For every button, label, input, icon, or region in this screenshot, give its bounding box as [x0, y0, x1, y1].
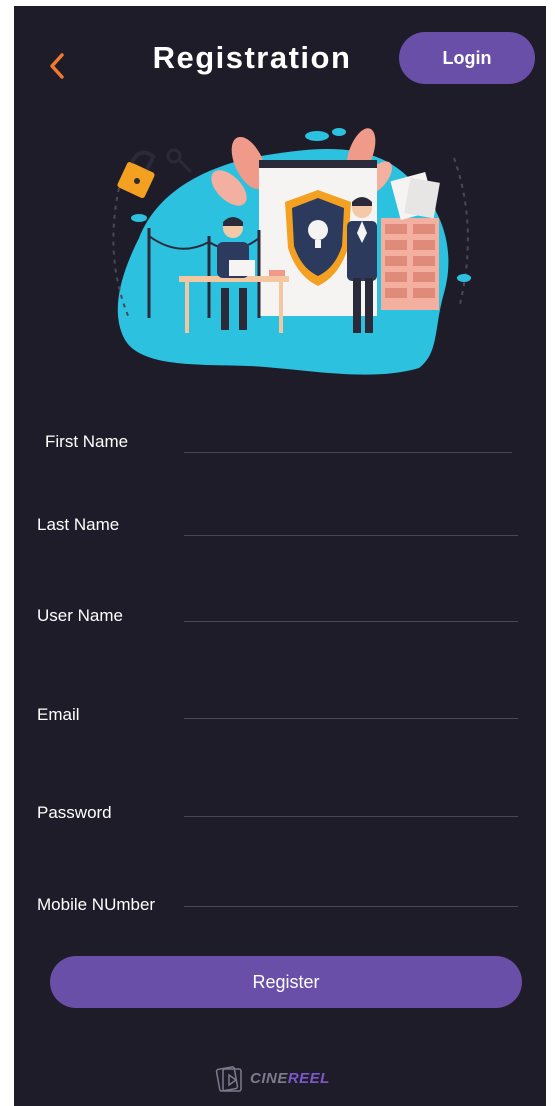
user-name-field: User Name: [14, 594, 546, 640]
back-button[interactable]: [40, 46, 74, 86]
brand-logo: CINEREEL: [214, 1064, 330, 1094]
page-title: Registration: [152, 40, 352, 75]
user-name-underline: [184, 621, 518, 622]
first-name-field: First Name: [14, 422, 546, 466]
password-field: Password: [14, 787, 546, 837]
email-field: Email: [14, 687, 546, 739]
registration-screen: Registration Login First Name Last Name …: [14, 6, 546, 1106]
brand-name-part1: CINE: [250, 1070, 288, 1087]
first-name-underline: [184, 452, 512, 453]
security-illustration: [112, 128, 471, 375]
mobile-number-field: Mobile NUmber: [14, 879, 546, 929]
last-name-field: Last Name: [14, 505, 546, 549]
brand-name-part2: REEL: [287, 1070, 330, 1087]
email-label: Email: [37, 705, 80, 724]
last-name-label: Last Name: [37, 515, 120, 534]
film-reel-icon: [215, 1066, 242, 1092]
password-input[interactable]: [184, 787, 518, 819]
chevron-left-icon: [50, 53, 64, 79]
password-label: Password: [37, 803, 112, 822]
mobile-number-label: Mobile NUmber: [37, 895, 156, 914]
email-input[interactable]: [184, 687, 518, 719]
password-underline: [184, 816, 518, 817]
last-name-input[interactable]: [184, 505, 518, 537]
first-name-label: First Name: [45, 432, 129, 451]
user-name-label: User Name: [37, 606, 123, 625]
login-button[interactable]: Login: [399, 32, 535, 84]
last-name-underline: [184, 535, 518, 536]
first-name-input[interactable]: [184, 422, 518, 454]
mobile-number-underline: [184, 906, 518, 907]
register-button[interactable]: Register: [50, 956, 522, 1008]
email-underline: [184, 718, 518, 719]
